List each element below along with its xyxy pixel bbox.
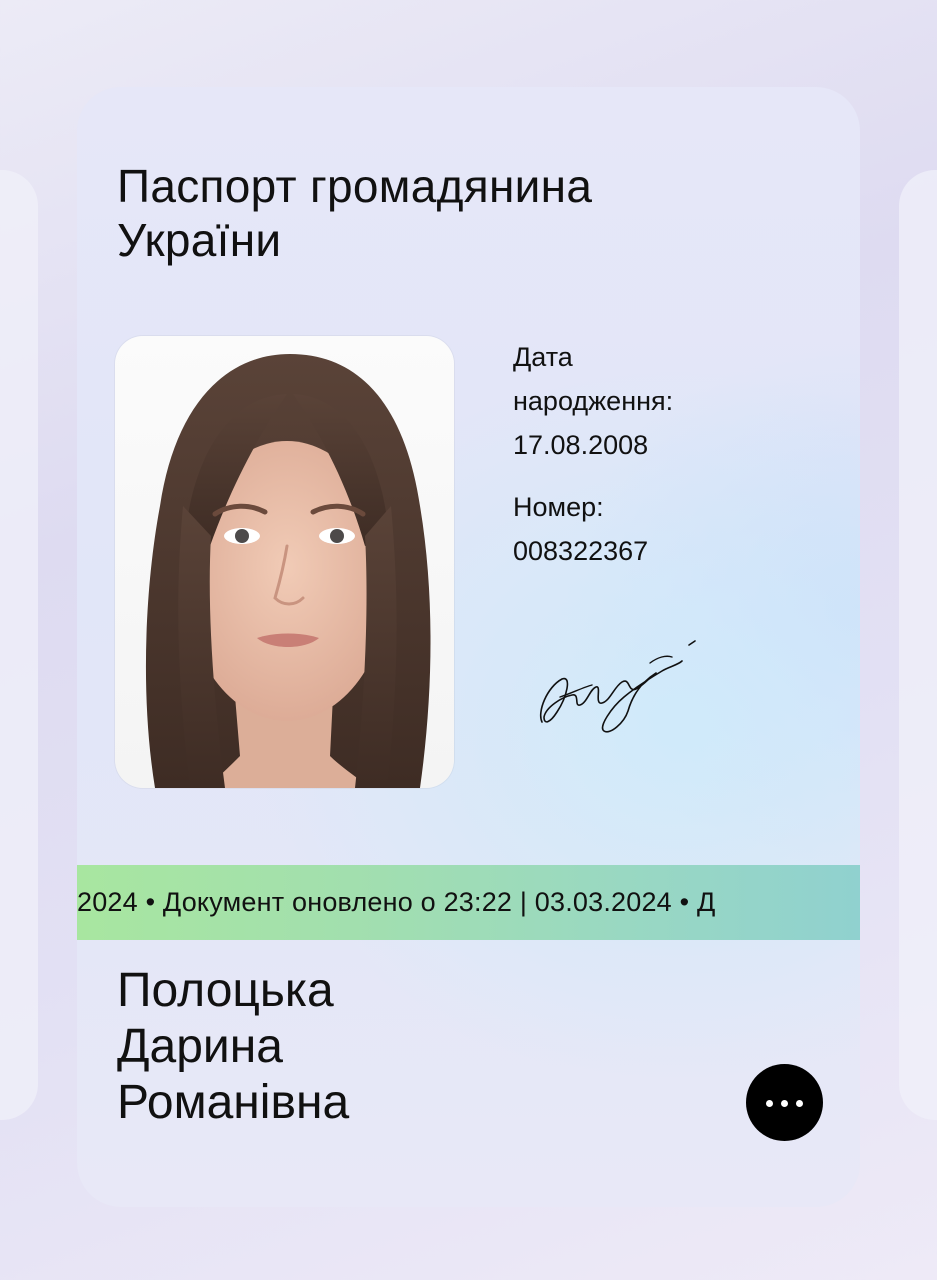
holder-patronymic: Романівна bbox=[117, 1076, 350, 1129]
more-icon-dot bbox=[781, 1100, 788, 1107]
holder-surname: Полоцька bbox=[117, 964, 334, 1017]
more-options-button[interactable] bbox=[746, 1064, 823, 1141]
previous-document-card[interactable] bbox=[0, 170, 38, 1120]
document-title-line2: України bbox=[117, 214, 282, 266]
update-ticker: 2024 • Документ оновлено о 23:22 | 03.03… bbox=[77, 865, 860, 940]
birth-date-label-line2: народження: bbox=[513, 386, 674, 416]
holder-full-name: Полоцька Дарина Романівна bbox=[117, 963, 677, 1131]
document-number-value: 008322367 bbox=[513, 536, 649, 566]
birth-date-label: Дата народження: bbox=[513, 335, 833, 423]
next-document-card[interactable] bbox=[899, 170, 937, 1120]
document-number-label: Номер: bbox=[513, 492, 604, 522]
document-title-line1: Паспорт громадянина bbox=[117, 160, 593, 212]
document-info: Дата народження: 17.08.2008 Номер: 00832… bbox=[513, 335, 833, 573]
more-icon-dot bbox=[766, 1100, 773, 1107]
birth-date-value: 17.08.2008 bbox=[513, 430, 649, 460]
birth-date-label-line1: Дата bbox=[513, 342, 573, 372]
holder-photo bbox=[115, 336, 454, 788]
document-title: Паспорт громадянина України bbox=[117, 159, 817, 267]
more-icon-dot bbox=[796, 1100, 803, 1107]
holder-signature bbox=[532, 627, 702, 747]
holder-given-name: Дарина bbox=[117, 1020, 283, 1073]
update-ticker-text: 2024 • Документ оновлено о 23:22 | 03.03… bbox=[77, 887, 716, 917]
passport-card: Паспорт громадянина України Дата народже… bbox=[77, 87, 860, 1207]
